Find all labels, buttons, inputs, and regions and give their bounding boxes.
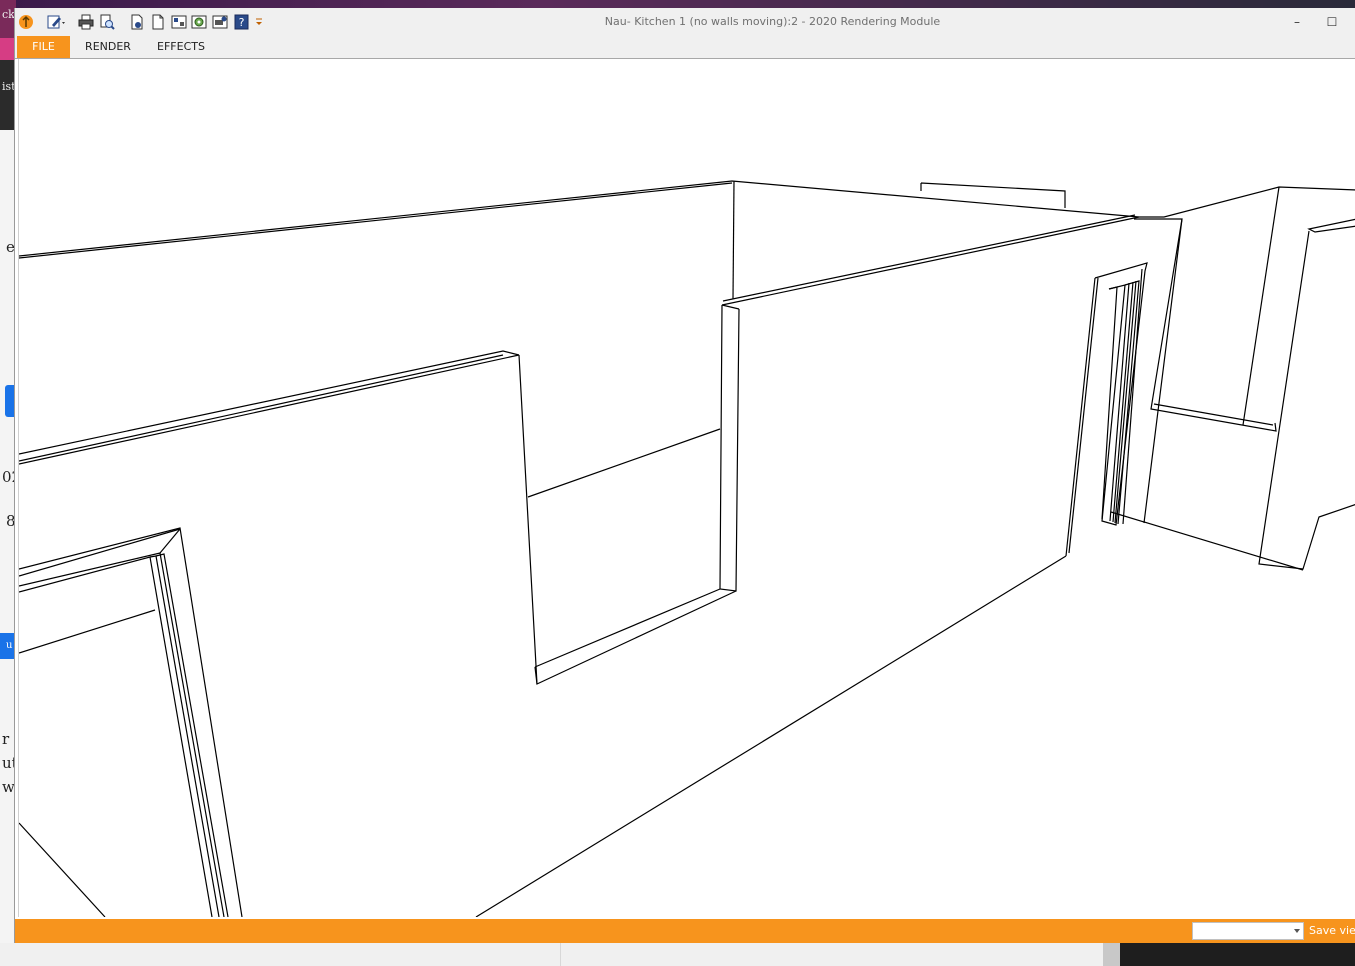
wall-edge [721, 304, 740, 310]
background-app-text: ck [2, 8, 15, 21]
wall-edge [19, 180, 1140, 257]
background-app-text: u [6, 640, 13, 651]
wall-edge [1258, 230, 1355, 570]
save-view-button[interactable]: Save view [1309, 919, 1355, 943]
wall-edge [1068, 277, 1099, 554]
customize-toolbar-icon[interactable] [254, 13, 264, 31]
wall-edge [1065, 277, 1096, 557]
tab-effects[interactable]: EFFECTS [151, 36, 211, 58]
camera-settings-icon[interactable] [212, 13, 230, 31]
render-settings-icon[interactable] [191, 13, 209, 31]
wall-edge [1110, 511, 1304, 571]
wall-edge [534, 588, 721, 668]
wall-edge [19, 350, 520, 455]
document-settings-icon[interactable] [128, 13, 146, 31]
title-bar: ? Nau- Kitchen 1 (no walls moving):2 - 2… [15, 8, 1355, 36]
wall-edge [719, 304, 740, 592]
background-app-topbar [0, 0, 1355, 8]
tab-render[interactable]: RENDER [77, 36, 139, 58]
status-bar: Save view [15, 919, 1355, 943]
wall-edge [732, 180, 735, 300]
background-scrollbar [1103, 943, 1120, 966]
quick-access-toolbar: ? [17, 11, 264, 33]
print-preview-icon[interactable] [98, 13, 116, 31]
help-icon[interactable]: ? [233, 13, 251, 31]
background-divider [560, 943, 561, 966]
minimize-icon: – [1294, 15, 1300, 29]
wall-edge [518, 354, 737, 685]
wall-edge [1139, 186, 1355, 218]
svg-text:?: ? [239, 16, 245, 29]
tab-file[interactable]: FILE [17, 36, 70, 58]
edit-icon[interactable] [47, 13, 65, 31]
wall-edge [1242, 186, 1280, 426]
app-logo-icon[interactable] [17, 13, 35, 31]
background-app-text: w [2, 778, 15, 796]
kitchen-wireframe [19, 180, 1355, 917]
maximize-icon: ☐ [1326, 15, 1338, 29]
saved-view-select[interactable] [1192, 922, 1304, 940]
wall-edge [475, 555, 1067, 917]
print-icon[interactable] [77, 13, 95, 31]
ribbon-tabs: FILE RENDER EFFECTS [15, 36, 1355, 59]
wall-edge [1153, 403, 1274, 426]
window-frame [149, 555, 220, 917]
wall-edge [721, 214, 1140, 306]
minimize-button[interactable]: – [1285, 12, 1309, 32]
wall-edge [1307, 218, 1355, 233]
rendering-module-window: ? Nau- Kitchen 1 (no walls moving):2 - 2… [14, 8, 1355, 943]
window-frame [19, 528, 181, 577]
wall-edge [19, 354, 520, 465]
window-frame [19, 556, 213, 917]
wall-edge [1150, 218, 1277, 432]
door-frame [1101, 286, 1118, 520]
window-frame [19, 609, 156, 654]
wall-edge [19, 182, 733, 259]
door-frame [1117, 280, 1140, 525]
saved-view-value [1193, 928, 1196, 941]
floor-edge [19, 822, 106, 917]
chevron-down-icon [1294, 929, 1300, 933]
layout-icon[interactable] [170, 13, 188, 31]
maximize-button[interactable]: ☐ [1320, 12, 1344, 32]
background-taskbar [1120, 943, 1355, 966]
wall-edge [527, 428, 721, 498]
new-document-icon[interactable] [149, 13, 167, 31]
render-viewport[interactable] [18, 59, 1355, 917]
